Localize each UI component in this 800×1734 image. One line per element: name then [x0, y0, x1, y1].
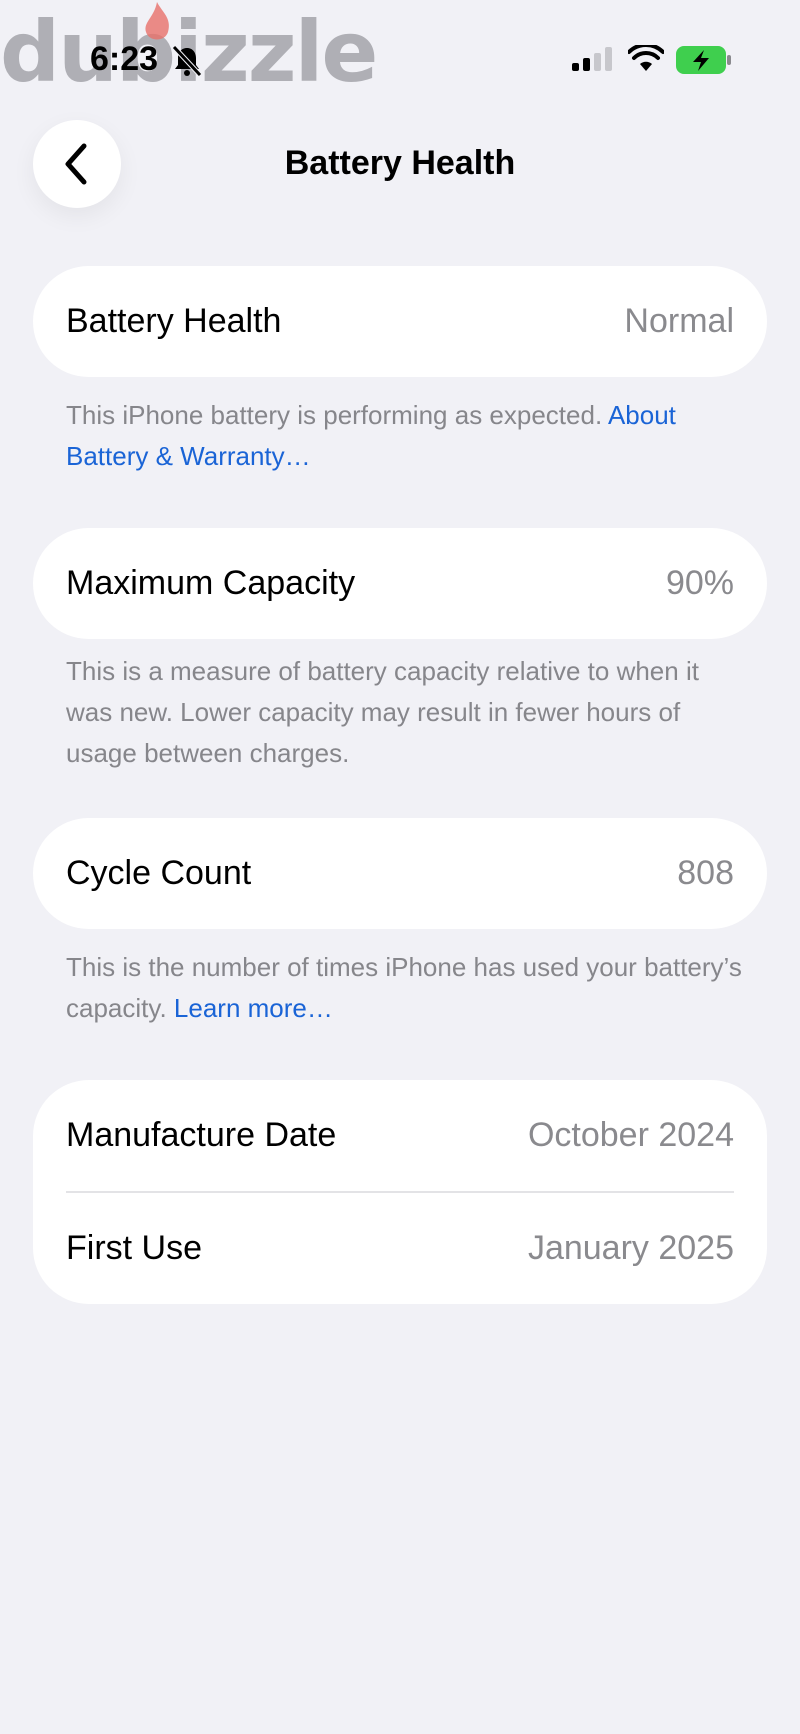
page-title: Battery Health — [284, 144, 516, 182]
battery-health-footnote: This iPhone battery is performing as exp… — [66, 395, 746, 477]
cycle-count-description: This is the number of times iPhone has u… — [66, 952, 742, 1023]
cycle-count-row: Cycle Count 808 — [33, 818, 767, 929]
battery-health-value: Normal — [624, 302, 734, 340]
battery-health-card: Battery Health Normal — [33, 266, 767, 377]
maximum-capacity-card: Maximum Capacity 90% — [33, 528, 767, 639]
bell-slash-icon — [172, 45, 202, 77]
manufacture-date-label: Manufacture Date — [66, 1116, 337, 1154]
wifi-icon — [628, 45, 664, 71]
battery-charging-icon — [676, 46, 731, 74]
cycle-count-label: Cycle Count — [66, 854, 252, 892]
battery-health-description: This iPhone battery is performing as exp… — [66, 400, 608, 430]
battery-health-row: Battery Health Normal — [33, 266, 767, 377]
manufacture-date-row: Manufacture Date October 2024 — [33, 1080, 767, 1191]
maximum-capacity-label: Maximum Capacity — [66, 564, 356, 602]
maximum-capacity-value: 90% — [665, 564, 734, 602]
learn-more-link[interactable]: Learn more… — [174, 993, 333, 1023]
battery-dates-card: Manufacture Date October 2024 First Use … — [33, 1080, 767, 1304]
cycle-count-value: 808 — [677, 854, 734, 892]
battery-health-label: Battery Health — [66, 302, 282, 340]
maximum-capacity-footnote: This is a measure of battery capacity re… — [66, 656, 699, 768]
first-use-row: First Use January 2025 — [33, 1193, 767, 1304]
status-time: 6:23 — [90, 40, 159, 78]
cycle-count-footnote: This is the number of times iPhone has u… — [66, 947, 746, 1029]
first-use-value: January 2025 — [527, 1229, 734, 1267]
cycle-count-card: Cycle Count 808 — [33, 818, 767, 929]
maximum-capacity-row: Maximum Capacity 90% — [33, 528, 767, 639]
status-bar: dubizzle 6:23 — [0, 0, 800, 110]
first-use-label: First Use — [66, 1229, 202, 1267]
manufacture-date-value: October 2024 — [527, 1116, 734, 1154]
cellular-signal-icon — [572, 47, 612, 71]
